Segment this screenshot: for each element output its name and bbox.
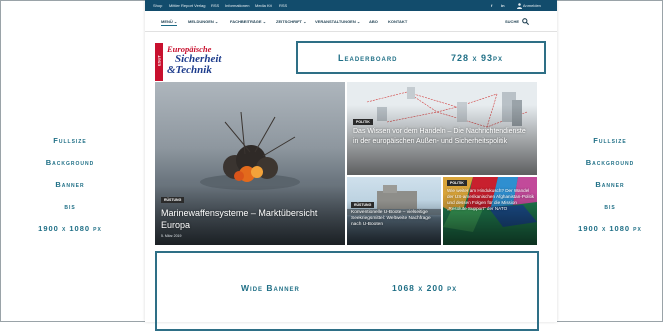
chevron-down-icon: ⌄	[173, 19, 178, 24]
background-banner-label-left: Fullsize Background Banner bis 1900 x 10…	[0, 130, 140, 240]
main-navigation: MENÜ ⌄ MELDUNGEN ⌄ FACHBEITRÄGE ⌄ ZEITSC…	[145, 11, 557, 32]
nav-item-menu[interactable]: MENÜ ⌄	[161, 18, 178, 26]
side-text-line: 1900 x 1080 px	[38, 224, 102, 233]
topbar-link-rss-2[interactable]: RSS	[279, 2, 287, 9]
nav-item-fachbeitraege[interactable]: FACHBEITRÄGE ⌄	[230, 18, 266, 25]
logo-badge: ESUT	[155, 43, 163, 81]
nav-item-zeitschrift[interactable]: ZEITSCHRIFT ⌄	[276, 18, 306, 25]
wide-banner-label: Wide Banner	[241, 283, 300, 293]
account-label: Anmelden	[522, 3, 541, 8]
nav-item-veranstaltungen[interactable]: VERANSTALTUNGEN ⌄	[315, 18, 360, 25]
nav-item-abo[interactable]: ABO	[369, 18, 378, 25]
topbar-link-mediakit[interactable]: Media Kit	[255, 2, 272, 9]
nav-item-kontakt[interactable]: KONTAKT	[388, 18, 407, 25]
category-badge[interactable]: RÜSTUNG	[351, 202, 375, 208]
leaderboard-label: Leaderboard	[338, 53, 398, 63]
search-label: SUCHE	[505, 19, 520, 24]
nav-label: MELDUNGEN	[188, 19, 214, 24]
logo-line-3: &Technik	[167, 64, 212, 76]
background-banner-label-right: Fullsize Background Banner bis 1900 x 10…	[540, 130, 663, 240]
side-text-line: Background	[45, 158, 95, 167]
topbar-link-publisher[interactable]: Mittler Report Verlag	[169, 2, 205, 9]
side-text-line: bis	[604, 202, 616, 211]
nav-label: MENÜ	[161, 19, 173, 24]
site-logo[interactable]: ESUT Europäische Sicherheit &Technik	[155, 43, 250, 81]
article-tile-submarines[interactable]: RÜSTUNG Konventionelle U-Boote – vielsei…	[347, 177, 441, 245]
chevron-down-icon: ⌄	[214, 19, 219, 24]
category-badge[interactable]: POLITIK	[353, 119, 373, 125]
side-text-line: bis	[64, 202, 76, 211]
user-icon	[517, 3, 522, 9]
leaderboard-size: 728 x 93px	[451, 53, 504, 63]
side-text-line: Fullsize	[593, 136, 627, 145]
side-text-line: Banner	[595, 180, 625, 189]
side-text-line: Fullsize	[53, 136, 87, 145]
article-tile-intelligence[interactable]: POLITIK Das Wissen vor dem Handeln – Die…	[347, 82, 537, 175]
chevron-down-icon: ⌄	[303, 19, 307, 24]
side-text-line: Banner	[55, 180, 85, 189]
article-date: 5. März 2019	[161, 234, 182, 238]
article-title[interactable]: Wie weiter am Hindukusch? Der Wandel der…	[447, 188, 535, 212]
topbar-link-shop[interactable]: Shop	[153, 2, 162, 9]
account-link[interactable]: Anmelden	[517, 2, 541, 9]
article-title[interactable]: Marinewaffensysteme – Marktübersicht Eur…	[161, 207, 336, 231]
logo-badge-text: ESUT	[156, 55, 162, 66]
chevron-down-icon: ⌄	[262, 19, 267, 24]
nav-label: FACHBEITRÄGE	[230, 19, 262, 24]
linkedin-icon[interactable]: in	[501, 2, 505, 9]
nav-label: VERANSTALTUNGEN	[315, 19, 356, 24]
wide-banner-size: 1068 x 200 px	[392, 283, 458, 293]
search-button[interactable]: SUCHE	[505, 18, 530, 26]
article-title[interactable]: Konventionelle U-Boote – vielseitige See…	[351, 210, 439, 229]
topbar-link-rss[interactable]: RSS	[211, 2, 219, 9]
category-badge[interactable]: RÜSTUNG	[161, 197, 185, 203]
topbar-link-info[interactable]: Informationen	[225, 2, 249, 9]
wide-banner-ad-slot: Wide Banner 1068 x 200 px	[155, 251, 539, 331]
side-text-line: 1900 x 1080 px	[578, 224, 642, 233]
nav-label: ZEITSCHRIFT	[276, 19, 302, 24]
search-icon	[522, 18, 530, 26]
category-badge[interactable]: POLITIK	[447, 180, 467, 186]
article-title[interactable]: Das Wissen vor dem Handeln – Die Nachric…	[353, 127, 531, 146]
article-tile-afghanistan[interactable]: POLITIK Wie weiter am Hindukusch? Der Wa…	[443, 177, 537, 245]
side-text-line: Background	[585, 158, 635, 167]
nav-item-meldungen[interactable]: MELDUNGEN ⌄	[188, 18, 218, 25]
chevron-down-icon: ⌄	[356, 19, 361, 24]
featured-article[interactable]: RÜSTUNG Marinewaffensysteme – Marktübers…	[155, 82, 345, 245]
top-bar: Shop Mittler Report Verlag RSS Informati…	[145, 0, 557, 11]
leaderboard-ad-slot: Leaderboard 728 x 93px	[296, 41, 546, 74]
facebook-icon[interactable]: f	[491, 2, 492, 9]
